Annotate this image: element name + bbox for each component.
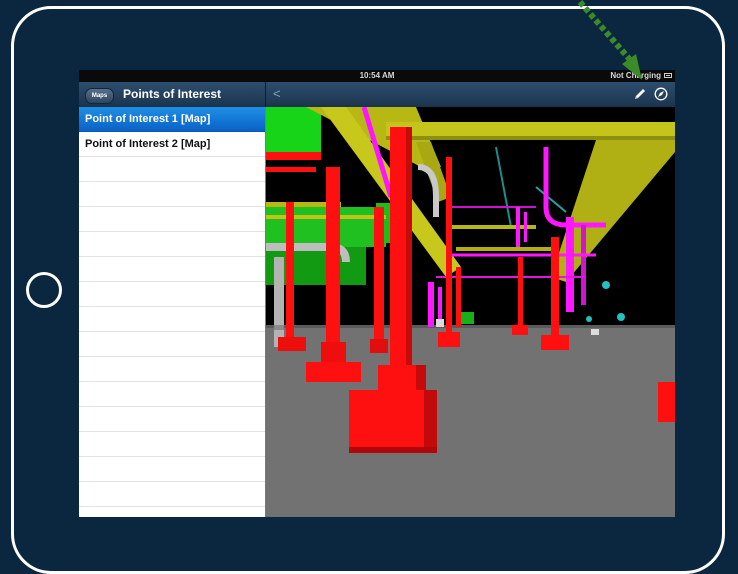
maps-back-button[interactable]: Maps [85, 88, 114, 104]
page-title: Points of Interest [123, 87, 222, 101]
list-row-empty [79, 232, 265, 257]
list-row-empty [79, 307, 265, 332]
list-row-empty [79, 432, 265, 457]
list-row-empty [79, 457, 265, 482]
list-row-empty [79, 257, 265, 282]
battery-icon [664, 73, 672, 78]
list-item-poi-1[interactable]: Point of Interest 1 [Map] [79, 107, 265, 132]
list-row-empty [79, 282, 265, 307]
pencil-icon[interactable] [633, 87, 647, 101]
list-row-empty [79, 482, 265, 507]
list-row-empty [79, 332, 265, 357]
compass-icon[interactable] [654, 87, 668, 101]
home-button[interactable] [26, 272, 62, 308]
detail-nav-bar: < [266, 82, 675, 107]
poi-list: Point of Interest 1 [Map] Point of Inter… [79, 107, 266, 517]
list-row-empty [79, 182, 265, 207]
annotation-arrow [577, 0, 642, 80]
chevron-left-icon[interactable]: < [273, 86, 281, 101]
list-row-empty [79, 207, 265, 232]
list-row-empty [79, 357, 265, 382]
list-row-empty [79, 407, 265, 432]
list-row-empty [79, 157, 265, 182]
list-item-poi-2[interactable]: Point of Interest 2 [Map] [79, 132, 265, 157]
master-nav-bar: Maps Points of Interest [79, 82, 266, 107]
ipad-screen: 10:54 AM Not Charging Maps Points of Int… [79, 70, 675, 517]
3d-model-viewport[interactable] [266, 107, 675, 517]
list-row-empty [79, 382, 265, 407]
